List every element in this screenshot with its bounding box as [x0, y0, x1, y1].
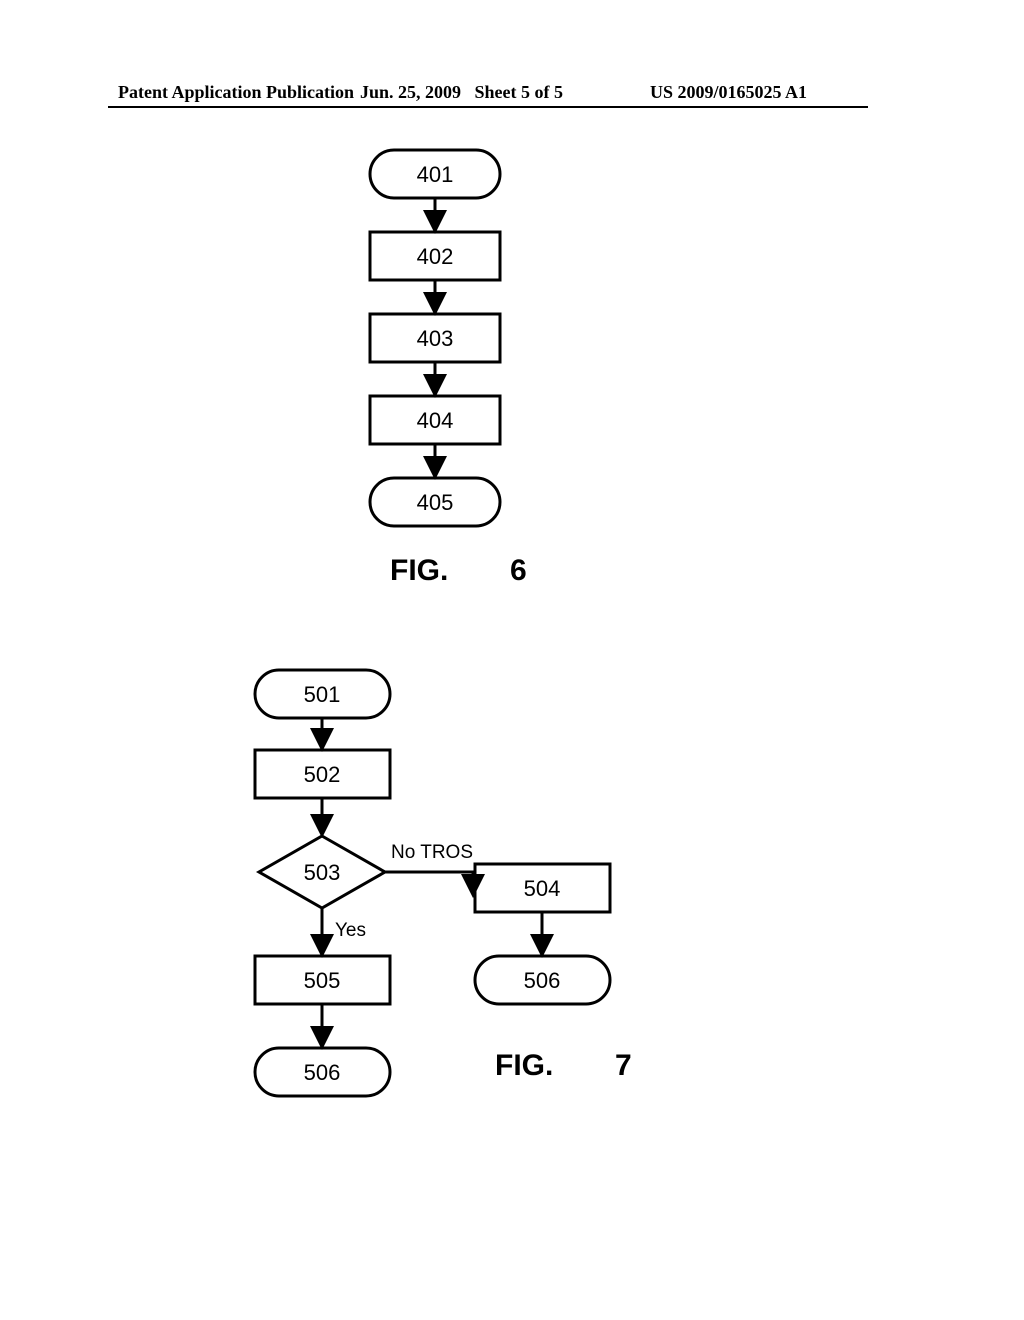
node-506-right-label: 506	[524, 968, 561, 993]
fig7-label-num: 7	[615, 1049, 632, 1082]
node-503-label: 503	[304, 860, 341, 885]
header-pub-number: US 2009/0165025 A1	[650, 82, 807, 103]
node-405-label: 405	[417, 490, 454, 515]
arrow-503-504	[385, 872, 473, 892]
node-505-label: 505	[304, 968, 341, 993]
header-date-sheet: Jun. 25, 2009 Sheet 5 of 5	[360, 82, 563, 103]
edge-503-no-label: No TROS	[391, 842, 473, 863]
figure-6: 401 402 403 404 405 FIG. 6	[350, 140, 640, 620]
fig7-label-fig: FIG.	[495, 1049, 553, 1082]
fig6-label-fig: FIG.	[390, 554, 448, 587]
node-506-bottom-label: 506	[304, 1060, 341, 1085]
header-rule	[108, 106, 868, 108]
edge-503-yes-label: Yes	[335, 920, 366, 941]
node-501-label: 501	[304, 682, 341, 707]
node-403-label: 403	[417, 326, 454, 351]
node-404-label: 404	[417, 408, 454, 433]
fig6-label-num: 6	[510, 554, 527, 587]
figure-7: 501 502 503 No TROS Yes 504 506 505 506 …	[235, 660, 795, 1180]
node-401-label: 401	[417, 162, 454, 187]
node-402-label: 402	[417, 244, 454, 269]
node-504-label: 504	[524, 876, 561, 901]
node-502-label: 502	[304, 762, 341, 787]
header-publication: Patent Application Publication	[118, 82, 354, 103]
